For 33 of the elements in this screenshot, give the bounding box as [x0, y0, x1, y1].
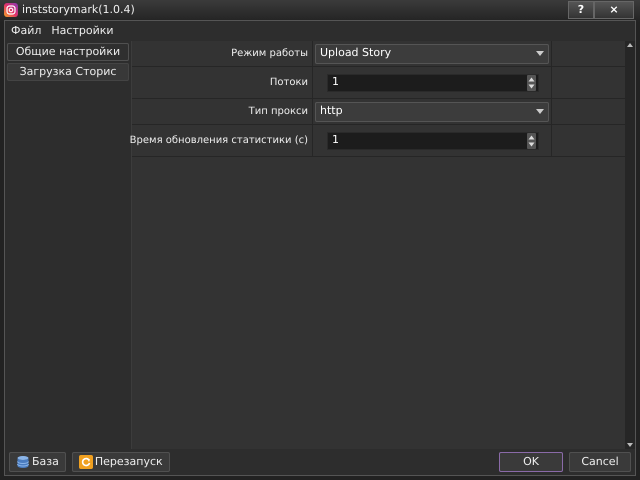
caret-icon [536, 109, 544, 114]
scroll-up-icon[interactable] [625, 41, 635, 49]
setting-label: Режим работы [230, 47, 309, 61]
spin-field[interactable]: 1 [327, 132, 539, 150]
footer-button[interactable]: База [9, 452, 66, 472]
setting-label: Потоки [268, 76, 309, 90]
dropdown[interactable]: Upload Story [315, 44, 549, 64]
help-button[interactable]: ? [568, 1, 594, 19]
app-logo-icon [4, 3, 18, 17]
footer-button[interactable]: Перезапуск [72, 452, 170, 472]
sidebar-item[interactable]: Загрузка Сторис [7, 63, 129, 81]
menu-item[interactable]: Файл [11, 22, 42, 40]
spin-field[interactable]: 1 [327, 74, 539, 92]
scroll-down-icon[interactable] [625, 441, 635, 449]
caret-icon [536, 51, 544, 56]
refresh-icon [78, 455, 93, 469]
dropdown-value: Upload Story [320, 45, 392, 62]
setting-label: Время обновления статистики (с) [132, 134, 309, 148]
field-value: 1 [332, 132, 339, 148]
sidebar-item[interactable]: Общие настройки [7, 43, 129, 61]
close-button[interactable]: × [594, 1, 634, 19]
menu-item[interactable]: Настройки [51, 22, 114, 40]
scrollbar[interactable] [625, 41, 635, 449]
database-icon [16, 455, 30, 469]
window-title: inststorymark(1.0.4) [22, 2, 135, 18]
spinner-arrows-icon[interactable] [527, 74, 536, 90]
ok-button[interactable]: OK [499, 452, 563, 472]
cancel-button[interactable]: Cancel [569, 452, 631, 472]
setting-label: Тип прокси [248, 105, 309, 119]
field-value: 1 [332, 74, 339, 90]
spinner-arrows-icon[interactable] [527, 132, 536, 148]
dropdown[interactable]: http [315, 102, 549, 122]
dropdown-value: http [320, 103, 343, 120]
